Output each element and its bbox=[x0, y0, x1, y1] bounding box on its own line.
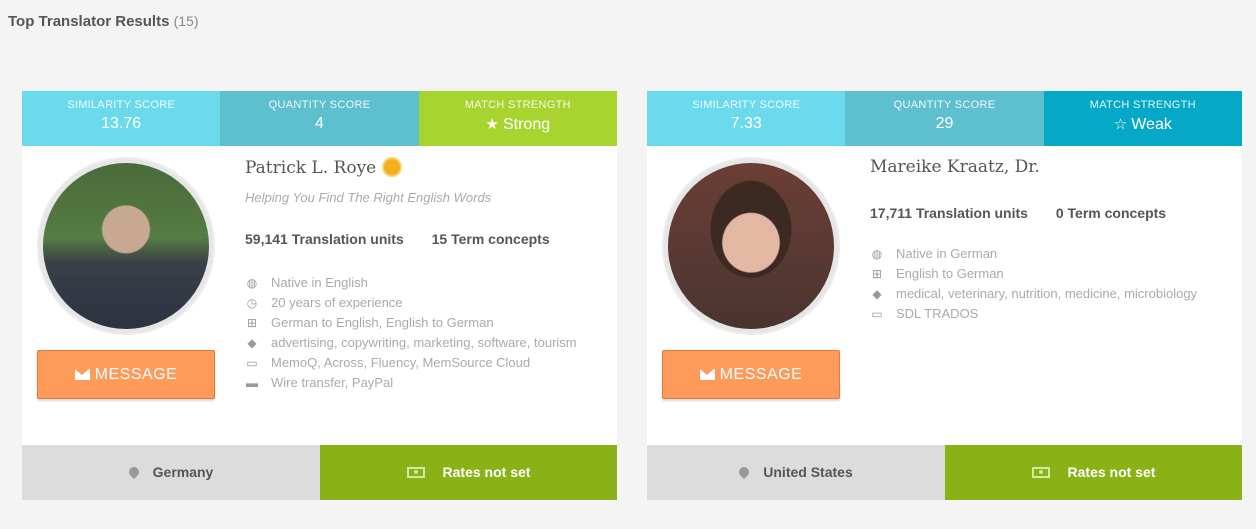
globe-icon: ◍ bbox=[871, 247, 883, 261]
avatar[interactable] bbox=[37, 157, 215, 335]
money-icon bbox=[1031, 467, 1050, 478]
quantity-score: QUANTITY SCORE 4 bbox=[220, 91, 419, 146]
translator-info: Patrick L. Roye Helping You Find The Rig… bbox=[245, 157, 615, 393]
quantity-score: QUANTITY SCORE 29 bbox=[845, 91, 1044, 146]
term-concepts: 0 Term concepts bbox=[1055, 205, 1167, 221]
fact-text: Native in German bbox=[896, 246, 998, 261]
message-button[interactable]: MESSAGE bbox=[37, 350, 215, 399]
rates: Rates not set bbox=[320, 445, 617, 500]
fact-fields: ◆ medical, veterinary, nutrition, medicin… bbox=[870, 284, 1240, 304]
quantity-value: 4 bbox=[315, 115, 324, 132]
fact-text: SDL TRADOS bbox=[896, 306, 979, 321]
score-bar: SIMILARITY SCORE 7.33 QUANTITY SCORE 29 … bbox=[647, 91, 1242, 146]
star-half-icon: ☆ bbox=[1113, 116, 1128, 133]
fact-fields: ◆ advertising, copywriting, marketing, so… bbox=[245, 333, 615, 353]
results-count: (15) bbox=[173, 13, 199, 29]
language-icon: ⊞ bbox=[246, 316, 258, 330]
match-value: Weak bbox=[1131, 116, 1172, 133]
envelope-icon bbox=[74, 369, 90, 380]
stats: 59,141 Translation units 15 Term concept… bbox=[245, 231, 615, 247]
similarity-score: SIMILARITY SCORE 13.76 bbox=[22, 91, 221, 146]
fact-payment: ▬ Wire transfer, PayPal bbox=[245, 373, 615, 393]
facts-list: ◍ Native in German ⊞ English to German ◆ me… bbox=[870, 244, 1240, 324]
fact-text: MemoQ, Across, Fluency, MemSource Cloud bbox=[271, 355, 531, 370]
similarity-label: SIMILARITY SCORE bbox=[692, 99, 801, 111]
map-marker-icon bbox=[126, 464, 141, 480]
card-footer: United States Rates not set bbox=[647, 445, 1242, 500]
clock-icon: ◷ bbox=[246, 296, 258, 310]
translator-card: SIMILARITY SCORE 13.76 QUANTITY SCORE 4 … bbox=[22, 91, 617, 500]
fact-text: German to English, English to German bbox=[271, 315, 494, 330]
translation-units: 59,141 Translation units bbox=[245, 231, 404, 247]
quantity-value: 29 bbox=[935, 115, 954, 132]
tags-icon: ◆ bbox=[872, 287, 882, 301]
monitor-icon: ▭ bbox=[246, 356, 258, 370]
translator-name[interactable]: Mareike Kraatz, Dr. bbox=[870, 157, 1040, 177]
location: Germany bbox=[22, 445, 320, 500]
message-button[interactable]: MESSAGE bbox=[662, 350, 840, 399]
fact-text: advertising, copywriting, marketing, sof… bbox=[271, 335, 577, 350]
avatar[interactable] bbox=[662, 157, 840, 335]
message-label: MESSAGE bbox=[94, 366, 178, 383]
rates-text: Rates not set bbox=[1067, 464, 1156, 480]
match-value: Strong bbox=[502, 116, 551, 133]
translator-name[interactable]: Patrick L. Roye bbox=[245, 158, 376, 178]
fact-tools: ▭ SDL TRADOS bbox=[870, 304, 1240, 324]
match-strength: MATCH STRENGTH ★ Strong bbox=[418, 91, 617, 146]
fact-text: medical, veterinary, nutrition, medicine… bbox=[896, 286, 1198, 301]
fact-native: ◍ Native in English bbox=[245, 273, 615, 293]
credit-card-icon: ▬ bbox=[246, 376, 258, 390]
fact-text: Native in English bbox=[271, 275, 368, 290]
monitor-icon: ▭ bbox=[871, 307, 883, 321]
language-icon: ⊞ bbox=[871, 267, 883, 281]
similarity-score: SIMILARITY SCORE 7.33 bbox=[647, 91, 846, 146]
fact-text: 20 years of experience bbox=[271, 295, 403, 310]
tagline: Helping You Find The Right English Words bbox=[245, 190, 492, 205]
fact-text: English to German bbox=[896, 266, 1004, 281]
star-icon: ★ bbox=[485, 116, 499, 133]
fact-pairs: ⊞ English to German bbox=[870, 264, 1240, 284]
money-icon bbox=[406, 467, 425, 478]
translation-units: 17,711 Translation units bbox=[870, 205, 1028, 221]
fact-text: Wire transfer, PayPal bbox=[271, 375, 394, 390]
rates-text: Rates not set bbox=[442, 464, 531, 480]
results-title: Top Translator Results bbox=[8, 13, 170, 30]
fact-tools: ▭ MemoQ, Across, Fluency, MemSource Cloud bbox=[245, 353, 615, 373]
similarity-label: SIMILARITY SCORE bbox=[67, 99, 176, 111]
match-label: MATCH STRENGTH bbox=[1089, 99, 1196, 111]
match-label: MATCH STRENGTH bbox=[464, 99, 571, 111]
globe-icon: ◍ bbox=[246, 276, 258, 290]
badge-icon bbox=[382, 157, 403, 177]
map-marker-icon bbox=[737, 464, 752, 480]
quantity-label: QUANTITY SCORE bbox=[893, 99, 996, 111]
location-text: United States bbox=[763, 464, 853, 480]
location: United States bbox=[647, 445, 945, 500]
term-concepts: 15 Term concepts bbox=[431, 231, 550, 247]
card-footer: Germany Rates not set bbox=[22, 445, 617, 500]
stats: 17,711 Translation units 0 Term concepts bbox=[870, 205, 1240, 221]
fact-experience: ◷ 20 years of experience bbox=[245, 293, 615, 313]
translator-info: Mareike Kraatz, Dr. 17,711 Translation u… bbox=[870, 157, 1240, 324]
fact-pairs: ⊞ German to English, English to German bbox=[245, 313, 615, 333]
similarity-value: 7.33 bbox=[730, 115, 762, 132]
match-strength: MATCH STRENGTH ☆ Weak bbox=[1043, 91, 1242, 146]
score-bar: SIMILARITY SCORE 13.76 QUANTITY SCORE 4 … bbox=[22, 91, 617, 146]
quantity-label: QUANTITY SCORE bbox=[268, 99, 371, 111]
tags-icon: ◆ bbox=[247, 336, 257, 350]
fact-native: ◍ Native in German bbox=[870, 244, 1240, 264]
translator-card: SIMILARITY SCORE 7.33 QUANTITY SCORE 29 … bbox=[647, 91, 1242, 500]
message-label: MESSAGE bbox=[719, 366, 803, 383]
page-title: Top Translator Results (15) bbox=[8, 13, 199, 30]
envelope-icon bbox=[699, 369, 715, 380]
facts-list: ◍ Native in English ◷ 20 years of experien… bbox=[245, 273, 615, 393]
location-text: Germany bbox=[152, 464, 214, 480]
rates: Rates not set bbox=[945, 445, 1242, 500]
similarity-value: 13.76 bbox=[101, 115, 142, 132]
